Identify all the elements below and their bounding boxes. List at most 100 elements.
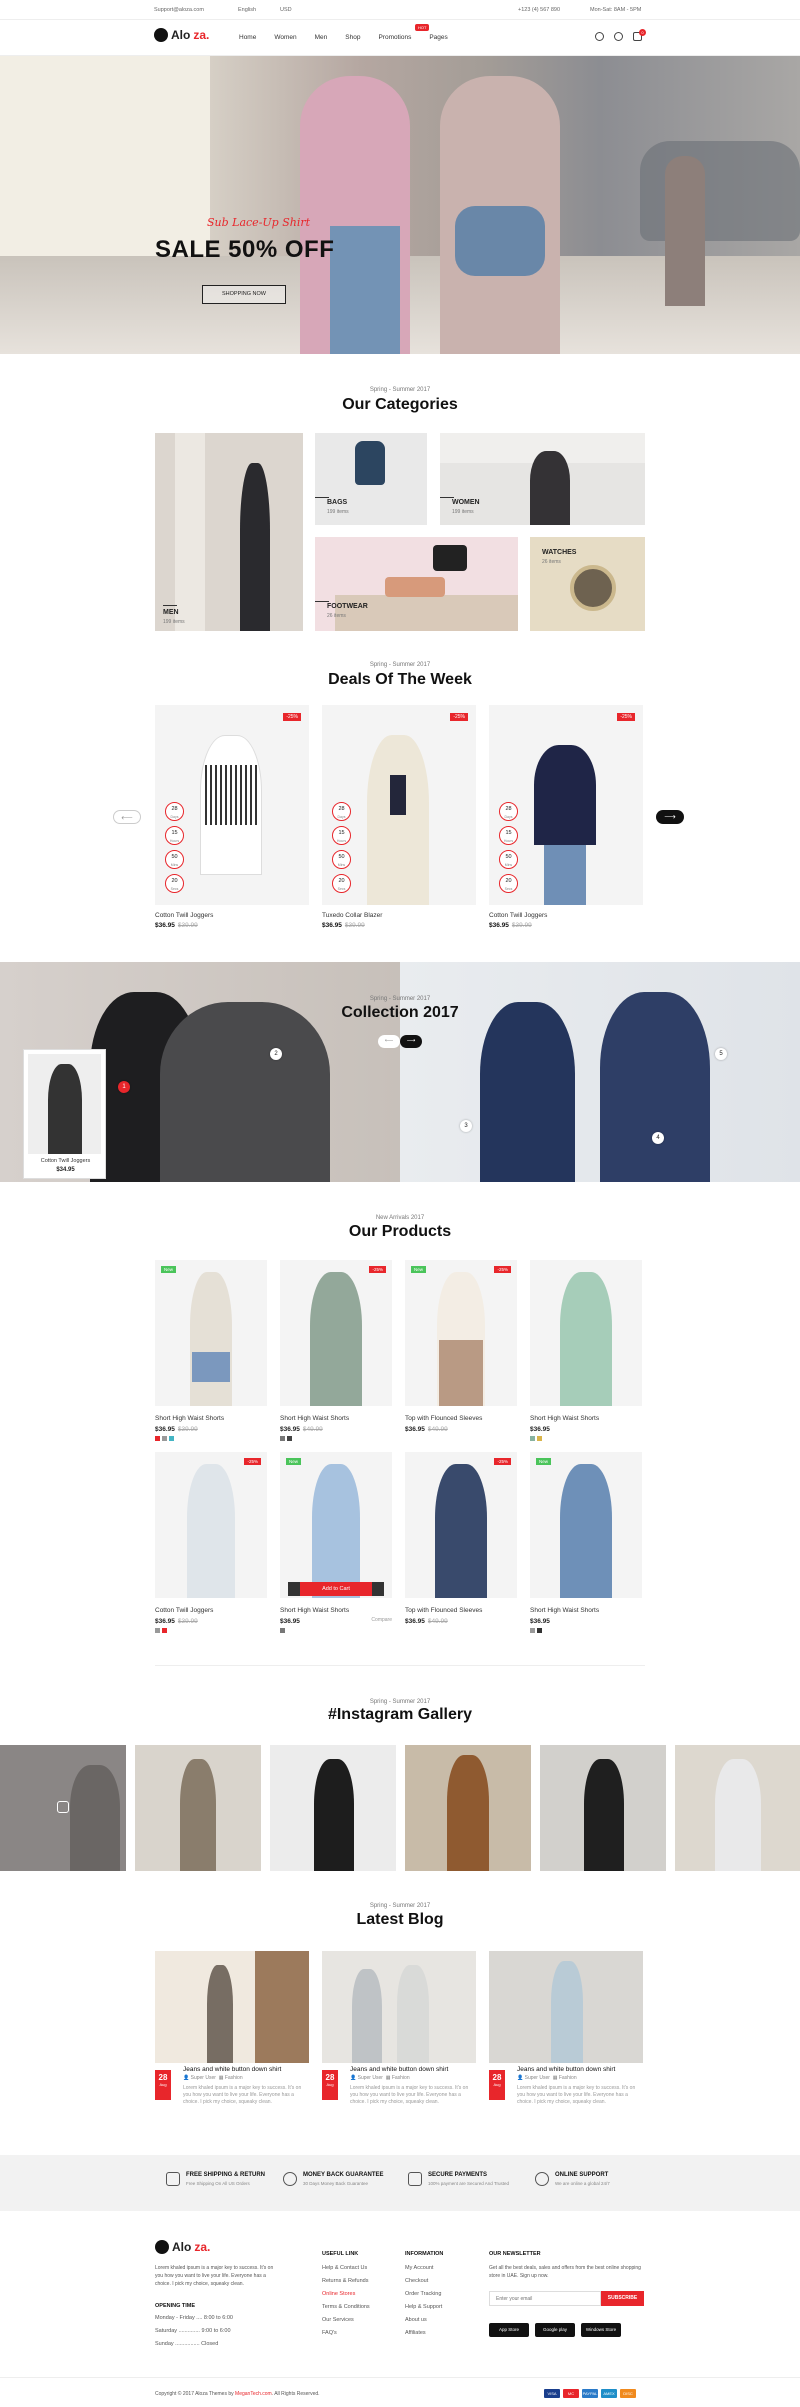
hero-script-text: Sub Lace-Up Shirt [207,216,311,229]
instagram-icon [57,1801,69,1813]
post-title[interactable]: Jeans and white button down shirt [517,2066,615,2073]
service-item: ONLINE SUPPORT We are online a global 24/… [535,2172,610,2187]
info-links: My Account Checkout Order Tracking Help & S… [405,2265,443,2336]
top-bar: Support@aloza.com English USD +123 (4) 5… [0,0,800,20]
post-title[interactable]: Jeans and white button down shirt [350,2066,448,2073]
category-women[interactable]: WOMEN 199 items [440,433,645,525]
nav-women[interactable]: Women [274,34,296,41]
instagram-photo[interactable] [675,1745,800,1871]
nav-men[interactable]: Men [315,34,328,41]
blog-title: Latest Blog [356,1911,444,1928]
post-date: 28 Aug [155,2070,171,2100]
paypal-icon: PAYPAL [582,2389,598,2398]
nav-pages[interactable]: Pages [429,34,447,41]
product-card[interactable]: New Short High Waist Shorts $36.95 [530,1452,642,1633]
lock-icon [408,2172,422,2186]
service-item: FREE SHIPPING & RETURN Free Shipping On A… [166,2172,265,2187]
hotspot[interactable]: 2 [270,1048,282,1060]
deals-next-arrow[interactable]: ⟶ [656,810,684,824]
newsletter-email-input[interactable] [489,2291,601,2306]
blog-post[interactable]: 28 Aug Jeans and white button down shirt … [322,1951,476,2105]
collection-popup[interactable]: Cotton Twill Joggers $34.95 [23,1049,106,1179]
deal-name[interactable]: Tuxedo Collar Blazer [322,912,382,919]
category-footwear[interactable]: FOOTWEAR 26 items [315,537,518,631]
category-men[interactable]: MEN 199 items [155,433,303,631]
category-watches[interactable]: WATCHES 26 items [530,537,645,631]
post-date: 28 Aug [322,2070,338,2100]
google-play-badge[interactable]: Google play [535,2323,575,2337]
useful-title: USEFUL LINK [322,2251,359,2257]
mastercard-icon: MC [563,2389,579,2398]
search-icon[interactable] [595,32,604,41]
nav-home[interactable]: Home [239,34,256,41]
deal-name[interactable]: Cotton Twill Joggers [489,912,547,919]
product-card[interactable]: -25% Top with Flounced Sleeves $36.95 $49… [405,1452,517,1625]
hot-badge: HOT [415,24,430,31]
instagram-photo[interactable] [540,1745,666,1871]
collection-banner: 1 2 3 4 5 ⟵ ⟶ [0,962,800,1182]
product-card[interactable]: Short High Waist Shorts $36.95 [530,1260,642,1441]
opening-hours-list: Monday - Friday .... 8:00 to 6:00 Saturda… [155,2315,233,2347]
user-icon[interactable] [614,32,623,41]
newsletter-text: Get all the best deals, sales and offers… [489,2265,641,2279]
instagram-photo[interactable] [405,1745,531,1871]
product-card[interactable]: New Short High Waist Shorts $36.95 $39.99 [155,1260,267,1441]
nav-shop[interactable]: Shop [345,34,360,41]
product-card[interactable]: New -25% Top with Flounced Sleeves $36.95… [405,1260,517,1433]
deal-price: $36.95 $39.99 [489,922,532,929]
instagram-photo[interactable] [0,1745,126,1871]
category-bags[interactable]: BAGS 199 items [315,433,427,525]
instagram-title: #Instagram Gallery [327,1706,473,1723]
language-select[interactable]: English [238,7,256,13]
deal-card[interactable]: -25% 28 Days 15 Hours 50 Mins 20 Secs [489,705,643,905]
product-card[interactable]: -25% Cotton Twill Joggers $36.95 $39.99 [155,1452,267,1633]
deal-name[interactable]: Cotton Twill Joggers [155,912,213,919]
instagram-subtitle: Spring - Summer 2017 [369,1699,431,1705]
add-to-cart-button[interactable]: Add to Cart [300,1582,372,1596]
deal-card[interactable]: -25% 28 Days 15 Hours 50 Mins 20 Secs [155,705,309,905]
footer-logo[interactable]: Alo za. [155,2240,210,2254]
app-store-badge[interactable]: App Store [489,2323,529,2337]
currency-select[interactable]: USD [280,7,292,13]
hotspot[interactable]: 3 [460,1120,472,1132]
services-bar: FREE SHIPPING & RETURN Free Shipping On A… [0,2155,800,2211]
products-title: Our Products [348,1223,452,1240]
deal-card[interactable]: -25% 28 Days 15 Hours 50 Mins 20 Secs [322,705,476,905]
product-card[interactable]: New Add to Cart Short High Waist Shorts … [280,1452,392,1633]
nav-promotions[interactable]: Promotions [378,34,411,41]
money-icon [283,2172,297,2186]
hotspot[interactable]: 4 [652,1132,664,1144]
hotspot[interactable]: 5 [715,1048,727,1060]
support-email[interactable]: Support@aloza.com [154,7,204,13]
blog-post[interactable]: 28 Aug Jeans and white button down shirt … [155,1951,309,2105]
wishlist-icon[interactable] [288,1582,300,1596]
info-title: INFORMATION [405,2251,444,2257]
deals-prev-arrow[interactable]: ⟵ [113,810,141,824]
hero-title: SALE 50% OFF [155,236,335,263]
instagram-photo[interactable] [135,1745,261,1871]
collection-prev-arrow[interactable]: ⟵ [378,1035,400,1048]
newsletter-title: OUR NEWSLETTER [489,2251,541,2257]
copyright: Copyright © 2017 Aloza Themes by MeganTe… [155,2391,320,2397]
timer-days: 28 Days [165,802,184,821]
useful-links: Help & Contact Us Returns & Refunds Online… [322,2265,370,2336]
collection-next-arrow[interactable]: ⟶ [400,1035,422,1048]
compare-link[interactable]: Compare [371,1617,392,1623]
deal-price: $36.95 $39.99 [155,922,198,929]
product-card[interactable]: -25% Short High Waist Shorts $36.95 $49.9… [280,1260,392,1441]
service-item: MONEY BACK GUARANTEE 30 Days Money Back G… [283,2172,384,2187]
subscribe-button[interactable]: SUBSCRIBE [601,2291,644,2306]
hotspot[interactable]: 1 [118,1081,130,1093]
quickview-icon[interactable] [372,1582,384,1596]
opening-hours: Mon-Sat: 8AM - 5PM [590,7,642,13]
logo[interactable]: Alo za. [154,28,209,42]
post-title[interactable]: Jeans and white button down shirt [183,2066,281,2073]
discover-icon: DISC [620,2389,636,2398]
visa-icon: VISA [544,2389,560,2398]
header: Alo za. Home Women Men Shop Promotions Pa… [0,20,800,56]
instagram-photo[interactable] [270,1745,396,1871]
blog-post[interactable]: 28 Aug Jeans and white button down shirt … [489,1951,643,2105]
windows-store-badge[interactable]: Windows Store [581,2323,621,2337]
timer-secs: 20 Secs [165,874,184,893]
shop-now-button[interactable]: SHOPPING NOW [202,285,286,304]
